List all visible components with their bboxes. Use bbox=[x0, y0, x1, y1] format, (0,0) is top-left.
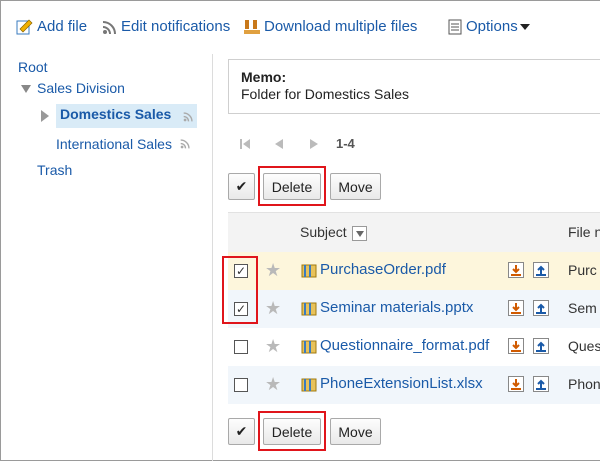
page-range: 1-4 bbox=[336, 136, 355, 151]
file-icon bbox=[301, 378, 317, 392]
rss-icon bbox=[183, 112, 193, 122]
file-name-cell: Sem bbox=[568, 300, 597, 316]
add-file-icon bbox=[16, 19, 33, 34]
upload-icon[interactable] bbox=[533, 300, 549, 316]
star-icon[interactable]: ★ bbox=[265, 374, 281, 395]
folder-tree: Root Sales Division Domestics Sales Inte… bbox=[0, 54, 212, 461]
star-icon[interactable]: ★ bbox=[265, 260, 281, 281]
options-label: Options bbox=[466, 18, 518, 35]
download-icon[interactable] bbox=[508, 338, 524, 354]
expand-right-icon[interactable] bbox=[41, 110, 49, 122]
pager: 1-4 bbox=[240, 136, 355, 151]
sort-dropdown[interactable] bbox=[352, 226, 367, 241]
file-name-cell: Ques bbox=[568, 338, 600, 354]
file-icon bbox=[301, 264, 317, 278]
file-link[interactable]: Questionnaire_format.pdf bbox=[320, 337, 489, 354]
options-icon bbox=[448, 19, 462, 34]
expand-down-icon[interactable] bbox=[21, 85, 31, 93]
table-row: ✓ ★ PurchaseOrder.pdf Purc bbox=[228, 252, 600, 290]
pane-divider[interactable] bbox=[212, 54, 213, 461]
memo-text: Folder for Domestics Sales bbox=[241, 86, 410, 102]
tree-item-trash[interactable]: Trash bbox=[37, 162, 72, 178]
checkbox-highlight-box bbox=[222, 256, 258, 324]
table-row: ★ Questionnaire_format.pdf Ques bbox=[228, 328, 600, 366]
file-name-cell: Phon bbox=[568, 376, 600, 392]
caret-down-icon bbox=[519, 23, 530, 30]
file-name-cell: Purc bbox=[568, 262, 597, 278]
file-icon bbox=[301, 340, 317, 354]
tree-item-root[interactable]: Root bbox=[18, 59, 48, 75]
add-file-link[interactable]: Add file bbox=[16, 18, 87, 35]
folder-memo: Memo: Folder for Domestics Sales bbox=[228, 59, 600, 114]
table-row: ✓ ★ Seminar materials.pptx Sem bbox=[228, 290, 600, 328]
row-checkbox[interactable] bbox=[234, 340, 248, 354]
move-button-top[interactable]: Move bbox=[330, 173, 381, 200]
tree-item-sales-division[interactable]: Sales Division bbox=[37, 80, 125, 96]
memo-label: Memo: bbox=[241, 69, 287, 85]
table-row: ★ PhoneExtensionList.xlsx Phon bbox=[228, 366, 600, 404]
star-icon[interactable]: ★ bbox=[265, 336, 281, 357]
table-header: Subject File n bbox=[228, 212, 600, 252]
toolbar: Add file Edit notifications Download mul… bbox=[0, 0, 600, 54]
download-icon[interactable] bbox=[508, 376, 524, 392]
file-icon bbox=[301, 302, 317, 316]
highlight-box bbox=[258, 166, 326, 206]
check-all-button-bottom[interactable]: ✔ bbox=[228, 418, 255, 445]
download-icon[interactable] bbox=[508, 300, 524, 316]
tree-item-international-sales-label: International Sales bbox=[56, 136, 172, 152]
tree-item-domestics-sales-label: Domestics Sales bbox=[60, 106, 172, 122]
tree-item-international-sales[interactable]: International Sales bbox=[56, 136, 191, 152]
edit-notifications-label: Edit notifications bbox=[121, 18, 231, 35]
options-menu[interactable]: Options bbox=[447, 18, 533, 35]
download-multiple-link[interactable]: Download multiple files bbox=[243, 18, 417, 35]
edit-notifications-link[interactable]: Edit notifications bbox=[102, 18, 230, 35]
highlight-box bbox=[258, 411, 326, 451]
upload-icon[interactable] bbox=[533, 262, 549, 278]
column-subject[interactable]: Subject bbox=[300, 224, 347, 240]
file-link[interactable]: Seminar materials.pptx bbox=[320, 299, 473, 316]
add-file-label: Add file bbox=[37, 18, 88, 35]
download-icon[interactable] bbox=[508, 262, 524, 278]
column-filename[interactable]: File n bbox=[568, 224, 600, 240]
rss-icon bbox=[180, 139, 190, 149]
download-multiple-icon bbox=[244, 19, 260, 34]
star-icon[interactable]: ★ bbox=[265, 298, 281, 319]
upload-icon[interactable] bbox=[533, 338, 549, 354]
row-checkbox[interactable] bbox=[234, 378, 248, 392]
rss-icon bbox=[102, 20, 116, 34]
tree-item-domestics-sales[interactable]: Domestics Sales bbox=[56, 104, 197, 128]
move-button-bottom[interactable]: Move bbox=[330, 418, 381, 445]
prev-page-icon[interactable] bbox=[275, 138, 283, 149]
chevron-down-icon bbox=[355, 230, 364, 237]
first-page-icon[interactable] bbox=[240, 138, 250, 149]
next-page-icon[interactable] bbox=[310, 138, 318, 149]
check-all-button-top[interactable]: ✔ bbox=[228, 173, 255, 200]
file-link[interactable]: PurchaseOrder.pdf bbox=[320, 261, 446, 278]
upload-icon[interactable] bbox=[533, 376, 549, 392]
file-link[interactable]: PhoneExtensionList.xlsx bbox=[320, 375, 483, 392]
download-multiple-label: Download multiple files bbox=[264, 18, 418, 35]
